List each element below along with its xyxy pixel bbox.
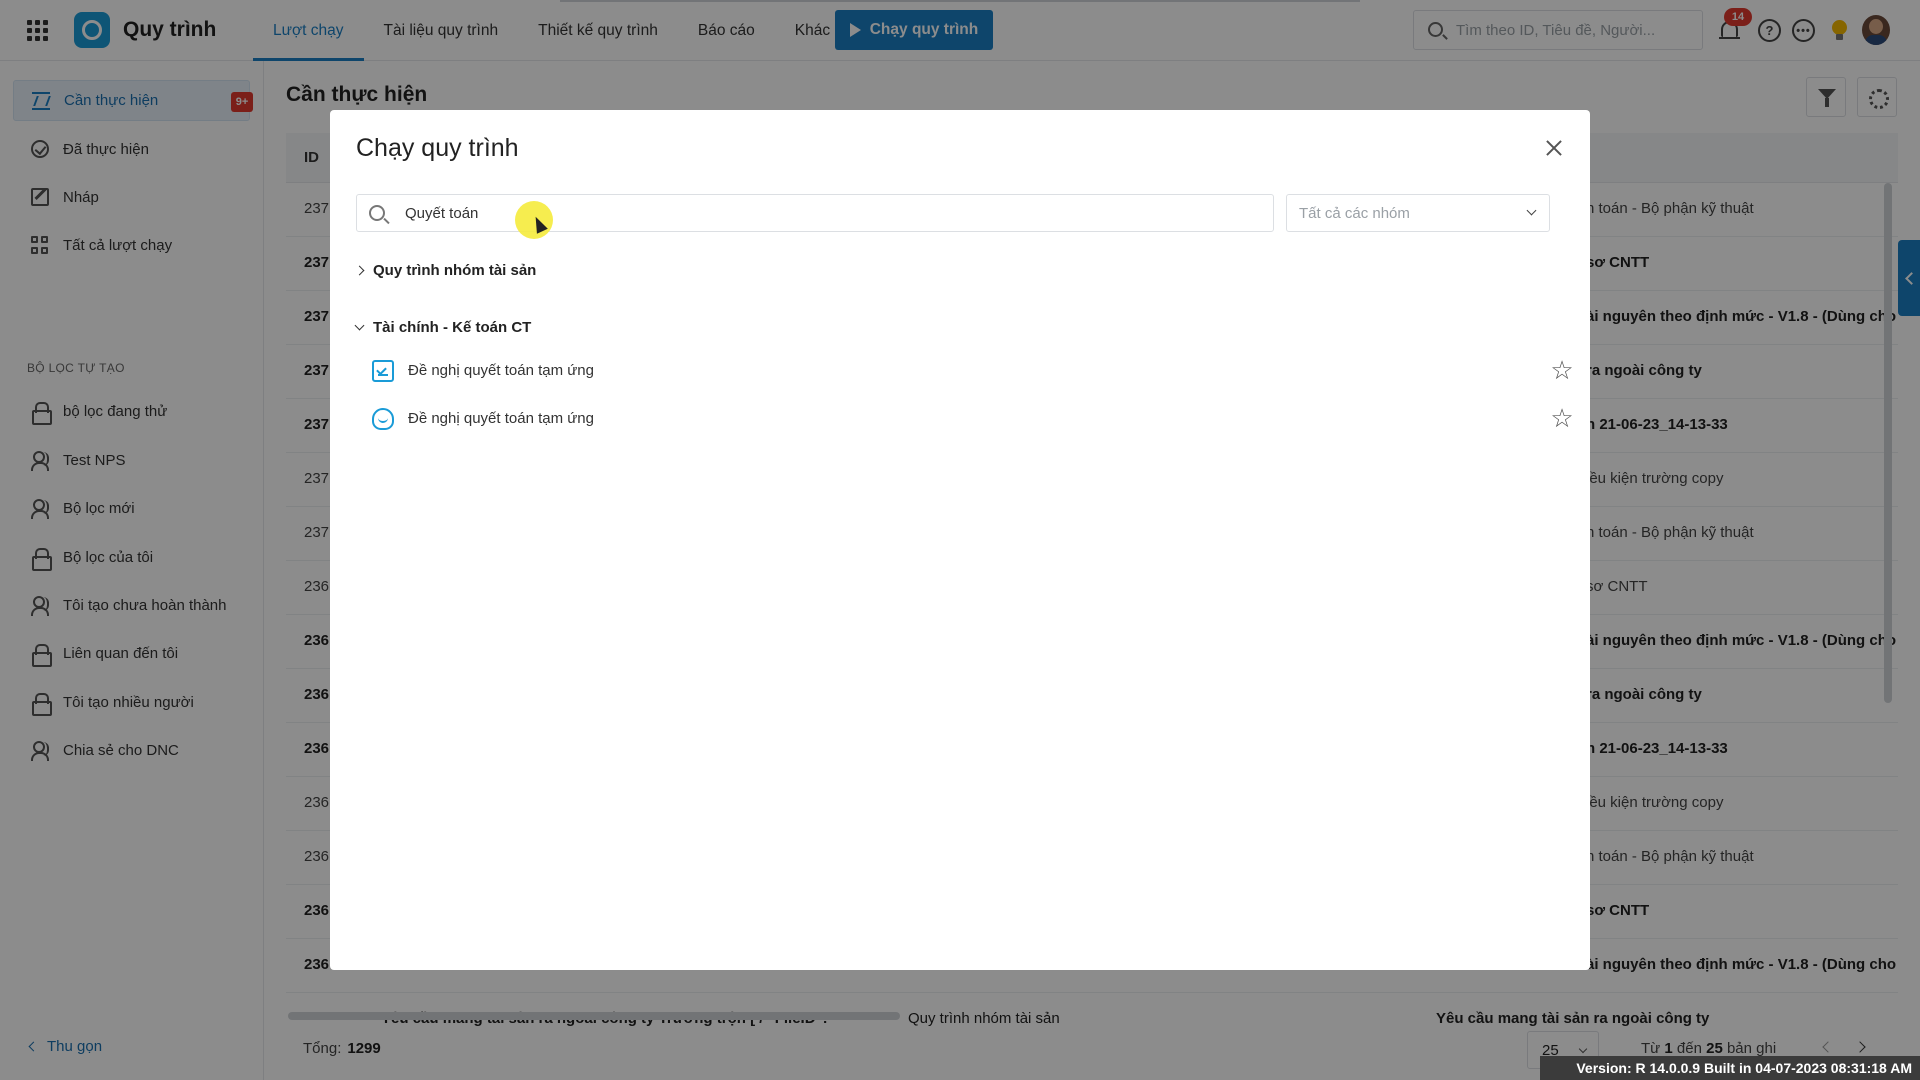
process-name: Đề nghị quyết toán tạm ứng	[408, 361, 594, 379]
hand-money-icon	[372, 408, 394, 430]
dialog-title: Chạy quy trình	[356, 134, 519, 162]
group-name: Tài chính - Kế toán CT	[373, 319, 532, 336]
search-icon	[369, 205, 385, 221]
form-check-icon	[372, 360, 394, 382]
version-info: Version: R 14.0.0.9 Built in 04-07-2023 …	[1540, 1056, 1920, 1080]
process-item[interactable]: Đề nghị quyết toán tạm ứng ☆	[370, 348, 1574, 392]
group-finance-accounting[interactable]: Tài chính - Kế toán CT	[354, 319, 532, 336]
run-process-dialog: Chạy quy trình Tất cả các nhóm Quy trình…	[330, 110, 1590, 970]
group-asset-process[interactable]: Quy trình nhóm tài sản	[354, 262, 537, 279]
process-item[interactable]: Đề nghị quyết toán tạm ứng ☆	[370, 396, 1574, 440]
close-icon[interactable]	[1544, 138, 1564, 158]
group-select-placeholder: Tất cả các nhóm	[1299, 204, 1410, 222]
process-name: Đề nghị quyết toán tạm ứng	[408, 409, 594, 427]
chevron-down-icon	[354, 320, 365, 331]
chevron-right-icon	[354, 265, 365, 276]
group-select[interactable]: Tất cả các nhóm	[1286, 194, 1550, 232]
star-icon[interactable]: ☆	[1550, 405, 1574, 431]
chevron-down-icon	[1526, 205, 1537, 216]
process-search-input[interactable]	[356, 194, 1274, 232]
star-icon[interactable]: ☆	[1550, 357, 1574, 383]
group-name: Quy trình nhóm tài sản	[373, 262, 537, 279]
